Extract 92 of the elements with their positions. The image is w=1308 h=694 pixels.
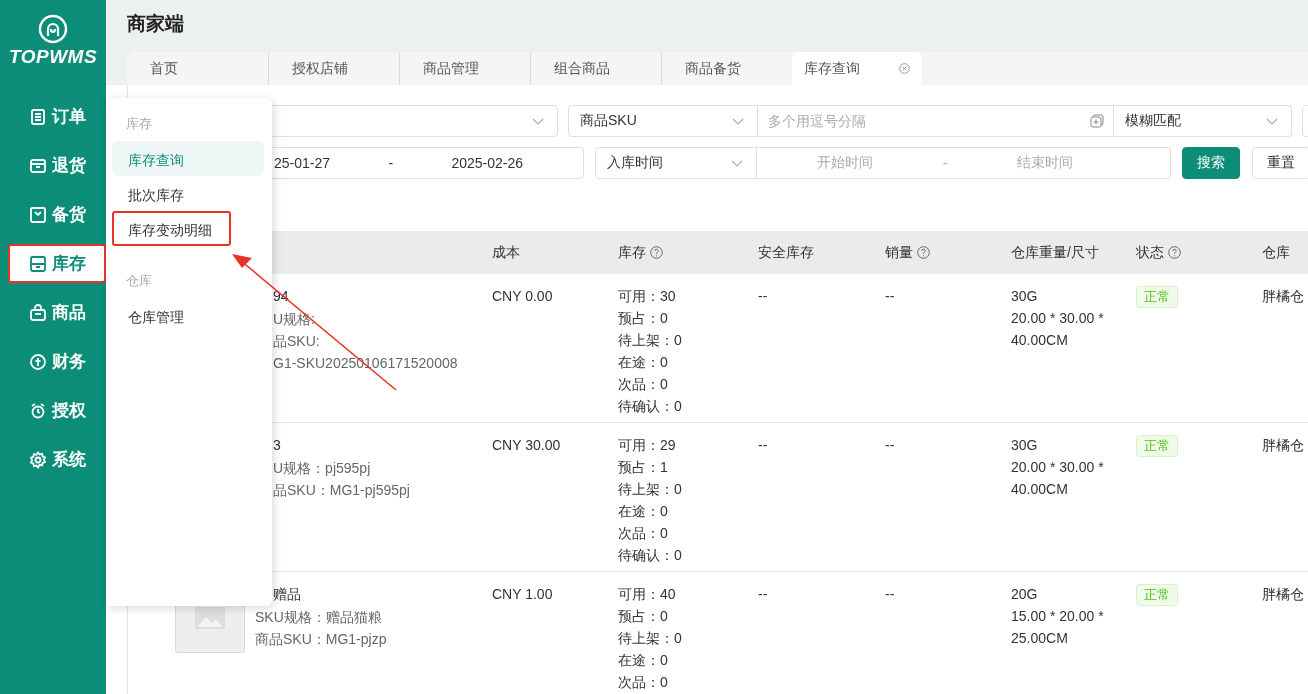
sidebar-item[interactable]: 商品 [8, 293, 106, 332]
sidebar-item[interactable]: 授权 [8, 391, 106, 430]
weight-size-line: 30G [1011, 287, 1039, 306]
stock-line: 待确认：0 [618, 397, 683, 416]
column-header: 成本 [492, 243, 520, 262]
status-tag: 正常 [1136, 584, 1178, 606]
table-cell-text: -- [758, 436, 769, 455]
product-detail: SKU规格：赠品猫粮 [255, 608, 383, 627]
menu-group-title: 库存 [125, 115, 153, 133]
weight-size-line: 20.00 * 30.00 * [1011, 309, 1105, 328]
help-icon [650, 246, 663, 259]
column-header: 销量 [885, 243, 913, 262]
stock-line: 可用：30 [618, 287, 677, 306]
warehouse-cell-text: 胖橘仓 [1262, 287, 1305, 306]
sidebar-item[interactable]: 财务 [8, 342, 106, 381]
stock-line: 预占：1 [618, 458, 669, 477]
column-header: 仓库重量/尺寸 [1011, 243, 1099, 262]
menu-item[interactable]: 库存变动明细 [112, 211, 231, 246]
help-icon [917, 246, 930, 259]
stock-line: 在途：0 [618, 651, 669, 670]
column-header: 状态 [1136, 243, 1164, 262]
stock-line: 次品：0 [618, 673, 669, 692]
cost-cell-text: CNY 30.00 [492, 436, 562, 455]
weight-size-line: 40.00CM [1011, 480, 1069, 499]
cost-cell-text: CNY 0.00 [492, 287, 554, 306]
bag-icon [29, 303, 47, 322]
search-button[interactable]: 搜索 [1182, 147, 1240, 179]
weight-size-line: 20.00 * 30.00 * [1011, 458, 1105, 477]
column-header: 仓库 [1262, 243, 1290, 262]
input-field[interactable]: 多个用逗号分隔 [758, 105, 1114, 137]
menu-item[interactable]: 批次库存 [112, 176, 264, 211]
stock-line: 待上架：0 [618, 331, 683, 350]
stock-line: 待上架：0 [618, 629, 683, 648]
list-icon [29, 107, 47, 126]
weight-size-line: 20G [1011, 585, 1039, 604]
stock-line: 预占：0 [618, 607, 669, 626]
stock-line: 在途：0 [618, 502, 669, 521]
status-tag: 正常 [1136, 286, 1178, 308]
stock-line: 待确认：0 [618, 546, 683, 565]
stock-line: 次品：0 [618, 524, 669, 543]
status-tag: 正常 [1136, 435, 1178, 457]
box-icon [29, 205, 47, 224]
tab[interactable]: 库存查询 [792, 52, 922, 85]
sidebar-item[interactable]: 订单 [8, 97, 106, 136]
weight-size-line: 30G [1011, 436, 1039, 455]
product-name: 3 [273, 436, 282, 455]
table-cell-text: -- [758, 585, 769, 604]
sidebar-item[interactable]: 退货 [8, 146, 106, 185]
select-field[interactable]: 入库时间 [595, 147, 757, 179]
cost-cell-text: CNY 1.00 [492, 585, 554, 604]
stock-line: 可用：40 [618, 585, 677, 604]
archive-icon [29, 254, 47, 273]
settings-icon [29, 450, 47, 469]
product-name: 赠品 [272, 585, 302, 604]
help-icon [1168, 246, 1181, 259]
table-cell-text: -- [885, 585, 896, 604]
product-detail: 商品SKU：MG1-pjzp [255, 630, 387, 649]
menu-item[interactable]: 仓库管理 [112, 298, 264, 333]
weight-size-line: 40.00CM [1011, 331, 1069, 350]
stock-line: 在途：0 [618, 353, 669, 372]
table-cell-text: -- [885, 287, 896, 306]
sidebar-item[interactable]: 系统 [8, 440, 106, 479]
product-detail: U规格：pj595pj [273, 459, 372, 478]
weight-size-line: 25.00CM [1011, 629, 1069, 648]
tray-icon [29, 156, 47, 175]
warehouse-cell-text: 胖橘仓 [1262, 585, 1305, 604]
column-header: 安全库存 [758, 243, 814, 262]
menu-group-title: 仓库 [125, 272, 153, 290]
stock-line: 次品：0 [618, 375, 669, 394]
reset-button[interactable]: 重置 [1252, 147, 1308, 179]
select-field[interactable]: 模糊匹配 [1114, 105, 1292, 137]
product-detail: U规格: [273, 310, 316, 329]
sidebar-item[interactable]: 库存 [8, 244, 106, 283]
close-icon [899, 63, 910, 74]
weight-size-line: 15.00 * 20.00 * [1011, 607, 1105, 626]
table-cell-text: -- [885, 436, 896, 455]
tab[interactable]: 首页 [127, 52, 268, 85]
brand-name: TOPWMS [8, 46, 98, 68]
page-title: 商家端 [126, 12, 185, 36]
product-detail: 品SKU：MG1-pj595pj [273, 481, 410, 500]
stock-line: 待上架：0 [618, 480, 683, 499]
menu-item[interactable]: 库存查询 [112, 141, 264, 176]
clock-icon [29, 401, 47, 420]
stock-line: 可用：29 [618, 436, 677, 455]
stock-line: 预占：0 [618, 309, 669, 328]
warehouse-cell-text: 胖橘仓 [1262, 436, 1305, 455]
sidebar-item[interactable]: 备货 [8, 195, 106, 234]
add-square-icon [1090, 114, 1104, 128]
product-detail: 品SKU: [273, 332, 321, 351]
column-header: 库存 [618, 243, 646, 262]
table-cell-text: -- [758, 287, 769, 306]
select-field[interactable]: 商品SKU [568, 105, 758, 137]
